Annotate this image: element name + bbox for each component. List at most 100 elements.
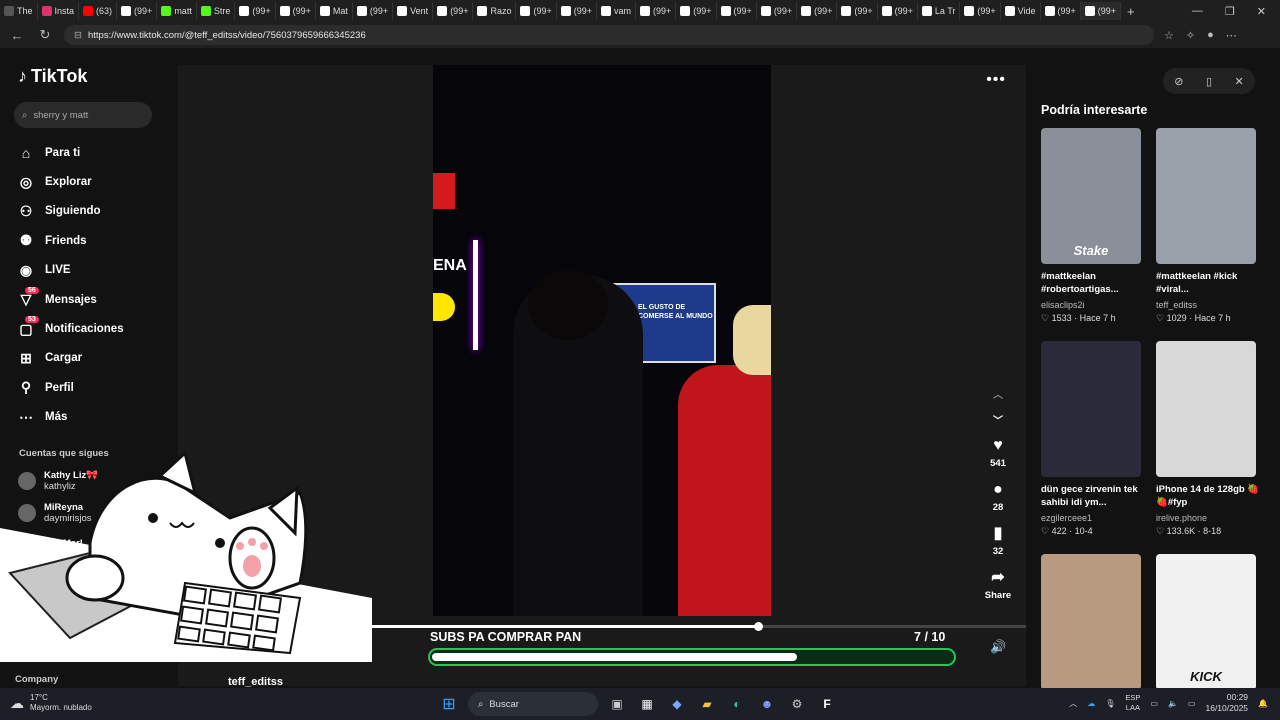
profile-avatar-icon[interactable]: ●	[1207, 29, 1214, 42]
language-indicator[interactable]: ESP LAA	[1125, 693, 1140, 713]
video-author[interactable]: elisaclips2i	[1041, 300, 1145, 310]
video-thumbnail[interactable]	[1156, 341, 1256, 477]
browser-tab[interactable]: Stre	[197, 2, 236, 20]
browser-tab[interactable]: Vent	[393, 2, 434, 20]
video-caption[interactable]: dün gece zirvenin tek sahibi idi ym...	[1041, 483, 1145, 509]
notifications-bell-icon[interactable]: 🔔	[1258, 699, 1268, 708]
video-thumbnail[interactable]	[1041, 341, 1141, 477]
clock[interactable]: 00:29 16/10/2025	[1205, 692, 1248, 714]
browser-tab[interactable]: (99+	[557, 2, 597, 20]
browser-tab[interactable]: Razo	[473, 2, 517, 20]
sidebar-item-siguiendo[interactable]: ⚇ Siguiendo	[18, 197, 124, 226]
task-view-icon[interactable]: ▣	[606, 693, 628, 715]
video-author[interactable]: ezgilerceee1	[1041, 513, 1145, 523]
favorites-icon[interactable]: ☆	[1164, 29, 1174, 42]
video-caption[interactable]: #mattkeelan #robertoartigas...	[1041, 270, 1145, 296]
battery-icon[interactable]: ▭	[1188, 699, 1196, 708]
video-author[interactable]: teff_editss	[1156, 300, 1260, 310]
browser-tab[interactable]: (99+	[878, 2, 918, 20]
video-thumbnail[interactable]	[1156, 128, 1256, 264]
reload-icon[interactable]: ↻	[36, 27, 54, 43]
browser-tab[interactable]: (99+	[1080, 2, 1122, 20]
browser-tab[interactable]: (99+	[837, 2, 878, 20]
browser-tab[interactable]: (99+	[235, 2, 276, 20]
video-thumbnail[interactable]: KICK	[1156, 554, 1256, 688]
prev-video-icon[interactable]: ︿	[993, 383, 1003, 409]
sidebar-item-friends[interactable]: ⚉ Friends	[18, 226, 124, 255]
close-icon[interactable]: ✕	[1257, 5, 1266, 18]
recommended-video[interactable]: dün gece zirvenin tek sahibi idi ym... ez…	[1041, 341, 1145, 537]
like-heart-icon[interactable]: ♥	[993, 435, 1003, 457]
bookmark-icon[interactable]: ▮	[994, 523, 1003, 545]
recommended-video[interactable]: Stake #mattkeelan #robertoartigas... elisa…	[1041, 128, 1145, 324]
browser-tab[interactable]: (99+	[757, 2, 798, 20]
edge-icon[interactable]: ◐	[726, 693, 748, 715]
browser-tab[interactable]: (99+	[353, 2, 394, 20]
recommended-video[interactable]: #mattkeelan #kick #viral... teff_editss ♡ …	[1156, 128, 1260, 324]
video-progress-knob[interactable]	[753, 622, 763, 631]
browser-tab[interactable]: Vide	[1001, 2, 1041, 20]
sidebar-item-cargar[interactable]: ⊞ Cargar	[18, 344, 124, 373]
browser-tab[interactable]: (63)	[79, 2, 118, 20]
extensions-icon[interactable]: ✧	[1186, 29, 1195, 42]
mic-icon[interactable]: 🎙	[1105, 699, 1115, 708]
sidebar-item-live[interactable]: ◉ LIVE	[18, 256, 124, 285]
app-icon[interactable]: F	[816, 693, 838, 715]
video-caption[interactable]: #mattkeelan #kick #viral...	[1156, 270, 1260, 296]
store-icon[interactable]: ▦	[636, 693, 658, 715]
window-icon[interactable]: ▯	[1206, 75, 1212, 88]
sidebar-item-explorar[interactable]: ◎ Explorar	[18, 167, 124, 196]
browser-tab[interactable]: (99+	[1041, 2, 1081, 20]
back-icon[interactable]: ←	[8, 28, 26, 43]
browser-tab[interactable]: (99+	[717, 2, 757, 20]
browser-tab[interactable]: (99+	[276, 2, 316, 20]
browser-tab[interactable]: vam	[597, 2, 637, 20]
weather-widget[interactable]: ☁ 17°C Mayorm. nublado	[10, 693, 92, 713]
file-explorer-icon[interactable]: ▰	[696, 693, 718, 715]
sidebar-item-notificaciones[interactable]: ▢ 53 Notificaciones	[18, 314, 124, 343]
recommended-video[interactable]: KICK	[1156, 554, 1260, 688]
browser-tab[interactable]: Mat	[316, 2, 353, 20]
taskbar-search[interactable]: ⌕ Buscar	[468, 692, 598, 716]
comment-icon[interactable]: ●	[993, 479, 1003, 501]
browser-tab[interactable]: Insta	[38, 2, 80, 20]
tool-icon[interactable]: ⊘	[1174, 75, 1183, 88]
company-link[interactable]: Company	[15, 674, 58, 685]
sidebar-item-mensajes[interactable]: ▽ 56 Mensajes	[18, 285, 124, 314]
minimize-icon[interactable]: —	[1192, 5, 1203, 18]
sidebar-item-ms[interactable]: ⋯ Más	[18, 403, 124, 432]
maximize-icon[interactable]: ❐	[1225, 5, 1235, 18]
recommended-video[interactable]: iPhone 14 de 128gb 🍓🍓#fyp irelive.phone ♡ …	[1156, 341, 1260, 537]
close-panel-icon[interactable]: ✕	[1235, 75, 1244, 88]
cloud-icon[interactable]: ☁	[1087, 699, 1095, 708]
sidebar-item-perfil[interactable]: ⚲ Perfil	[18, 373, 124, 402]
browser-tab[interactable]: matt	[157, 2, 197, 20]
more-options-icon[interactable]: •••	[986, 71, 1006, 89]
channel-name[interactable]: teff_editss	[228, 676, 283, 688]
volume-icon[interactable]: 🔊	[990, 639, 1006, 655]
share-arrow-icon[interactable]: ➦	[991, 567, 1004, 589]
tiktok-logo[interactable]: ♪ TikTok	[18, 66, 87, 87]
video-thumbnail[interactable]	[1041, 554, 1141, 688]
new-tab-icon[interactable]: +	[1121, 4, 1135, 19]
show-hidden-icon[interactable]: ︿	[1069, 698, 1077, 709]
sidebar-item-parati[interactable]: ⌂ Para ti	[18, 138, 124, 167]
browser-tab[interactable]: (99+	[117, 2, 158, 20]
browser-tab[interactable]: (99+	[516, 2, 557, 20]
browser-tab[interactable]: (99+	[433, 2, 474, 20]
copilot-icon[interactable]: ◆	[666, 693, 688, 715]
volume-icon[interactable]: 🔈	[1168, 699, 1178, 708]
browser-tab[interactable]: (99+	[636, 2, 677, 20]
next-video-icon[interactable]: ﹀	[993, 409, 1003, 435]
site-info-icon[interactable]: ⊟	[74, 30, 82, 41]
url-field[interactable]: ⊟ https://www.tiktok.com/@teff_editss/vi…	[64, 25, 1154, 45]
browser-tab[interactable]: (99+	[960, 2, 1001, 20]
browser-tab[interactable]: (99+	[676, 2, 717, 20]
browser-tab[interactable]: La Tr	[918, 2, 961, 20]
search-input[interactable]: ⌕ sherry y matt	[14, 102, 152, 128]
browser-tab[interactable]: (99+	[797, 2, 838, 20]
recommended-video[interactable]	[1041, 554, 1145, 688]
video-progress-bar[interactable]	[372, 622, 1026, 631]
discord-icon[interactable]: ☻	[756, 693, 778, 715]
video-frame[interactable]: ENA EL GUSTO DE COMERSE AL MUNDO	[433, 65, 771, 616]
